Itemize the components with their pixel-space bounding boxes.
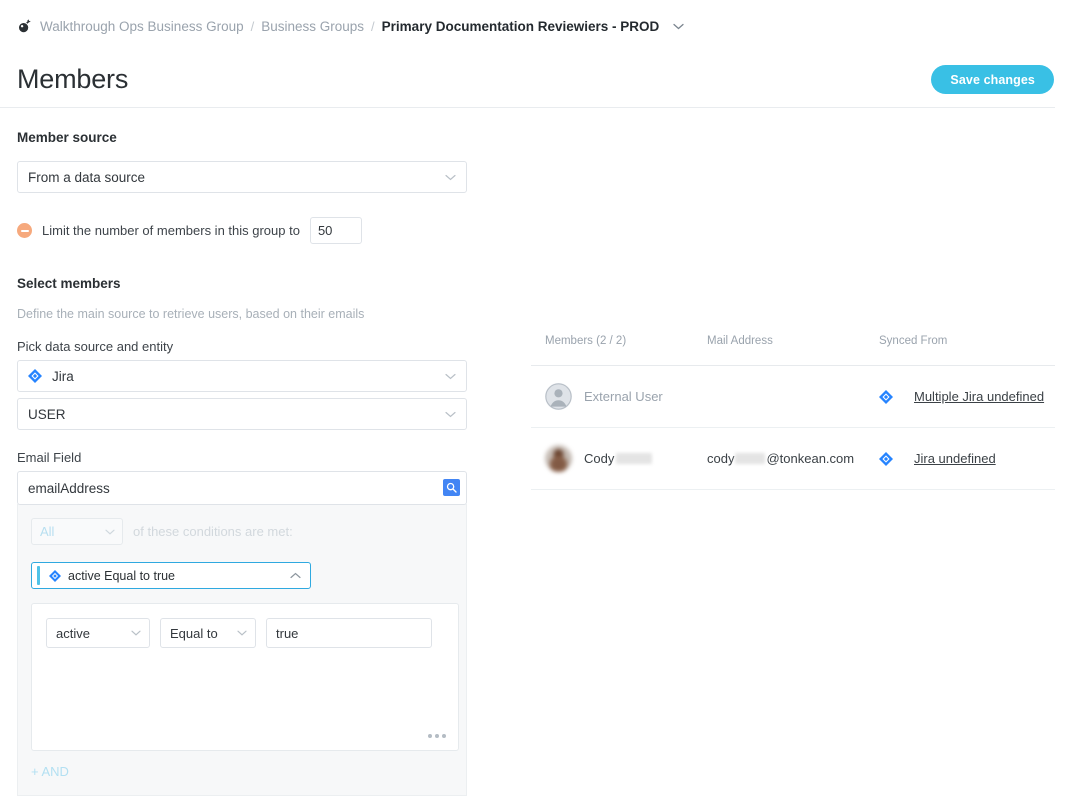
condition-match-value: All (40, 524, 54, 539)
member-cell: Cody (531, 428, 707, 490)
member-source-heading: Member source (17, 130, 467, 145)
member-cell: External User (531, 366, 707, 428)
member-name: External User (584, 389, 663, 404)
column-header-synced-from: Synced From (879, 335, 1055, 366)
save-changes-button[interactable]: Save changes (931, 65, 1054, 94)
column-header-mail-address: Mail Address (707, 335, 879, 366)
chevron-down-icon (237, 630, 247, 636)
member-limit-input[interactable] (310, 217, 362, 244)
chevron-down-icon[interactable] (673, 23, 684, 30)
member-synced-cell: Multiple Jira undefined (879, 366, 1055, 428)
jira-icon (49, 570, 61, 582)
table-row: External User (531, 366, 1055, 428)
condition-field-select[interactable]: active (46, 618, 150, 648)
conditions-panel: All of these conditions are met: active … (17, 504, 467, 796)
member-limit-label: Limit the number of members in this grou… (42, 223, 300, 238)
chevron-down-icon (445, 174, 456, 181)
members-table-panel: Members (2 / 2) Mail Address Synced From (531, 335, 1055, 490)
data-source-select[interactable]: Jira (17, 360, 467, 392)
jira-icon (28, 369, 42, 383)
member-config-panel: Member source From a data source Limit t… (17, 130, 467, 796)
page-title: Members (17, 64, 128, 95)
data-source-select-value: Jira (52, 369, 74, 384)
condition-accent-bar (37, 566, 40, 585)
breadcrumb: Walkthrough Ops Business Group / Busines… (0, 0, 1086, 52)
condition-detail-card: active Equal to (31, 603, 459, 751)
member-source-select-value: From a data source (28, 170, 145, 185)
member-limit-row: Limit the number of members in this grou… (17, 217, 467, 244)
jira-icon (879, 390, 893, 404)
breadcrumb-item-root[interactable]: Walkthrough Ops Business Group (40, 19, 244, 34)
chevron-up-icon (290, 572, 301, 579)
member-mail-cell (707, 366, 879, 428)
condition-editor-row: active Equal to (46, 618, 444, 648)
member-mail: cody@tonkean.com (707, 451, 854, 466)
add-and-condition-button[interactable]: + AND (31, 764, 69, 779)
condition-field-value: active (56, 626, 90, 641)
member-source-select[interactable]: From a data source (17, 161, 467, 193)
column-header-members: Members (2 / 2) (531, 335, 707, 366)
chevron-down-icon (445, 373, 456, 380)
table-row: Cody cody@tonkean.com (531, 428, 1055, 490)
search-icon[interactable] (443, 479, 460, 496)
chevron-down-icon (131, 630, 141, 636)
condition-match-select[interactable]: All (31, 518, 123, 545)
condition-value-input[interactable] (266, 618, 432, 648)
pick-data-source-label: Pick data source and entity (17, 339, 467, 354)
breadcrumb-separator: / (371, 19, 375, 34)
table-header-row: Members (2 / 2) Mail Address Synced From (531, 335, 1055, 366)
minus-circle-icon[interactable] (17, 223, 32, 238)
email-field-label: Email Field (17, 450, 467, 465)
chevron-down-icon (105, 529, 115, 535)
avatar (545, 383, 572, 410)
conditions-header-text: of these conditions are met: (133, 524, 293, 539)
condition-operator-select[interactable]: Equal to (160, 618, 256, 648)
members-table: Members (2 / 2) Mail Address Synced From (531, 335, 1055, 490)
entity-select-value: USER (28, 407, 66, 422)
redacted-name (616, 453, 652, 464)
header-divider (0, 107, 1055, 108)
select-members-helper: Define the main source to retrieve users… (17, 307, 467, 321)
condition-chip[interactable]: active Equal to true (31, 562, 311, 589)
page-header: Members Save changes (0, 52, 1086, 107)
member-name: Cody (584, 451, 652, 466)
member-mail-cell: cody@tonkean.com (707, 428, 879, 490)
breadcrumb-separator: / (251, 19, 255, 34)
email-field-input[interactable] (17, 471, 467, 505)
chevron-down-icon (445, 411, 456, 418)
entity-select[interactable]: USER (17, 398, 467, 430)
breadcrumb-item-current: Primary Documentation Reviewiers - PROD (382, 19, 660, 34)
select-members-heading: Select members (17, 276, 467, 291)
condition-chip-label: active Equal to true (68, 569, 175, 583)
email-field-wrapper (17, 471, 467, 505)
ellipsis-icon[interactable] (428, 734, 446, 738)
avatar (545, 445, 572, 472)
breadcrumb-item-business-groups[interactable]: Business Groups (261, 19, 364, 34)
member-synced-cell: Jira undefined (879, 428, 1055, 490)
synced-from-link[interactable]: Jira undefined (914, 451, 996, 466)
conditions-header: All of these conditions are met: (31, 518, 453, 545)
synced-from-link[interactable]: Multiple Jira undefined (914, 389, 1044, 404)
condition-operator-value: Equal to (170, 626, 218, 641)
jira-icon (879, 452, 893, 466)
redacted-mail (735, 453, 765, 464)
bomb-icon (17, 19, 31, 34)
